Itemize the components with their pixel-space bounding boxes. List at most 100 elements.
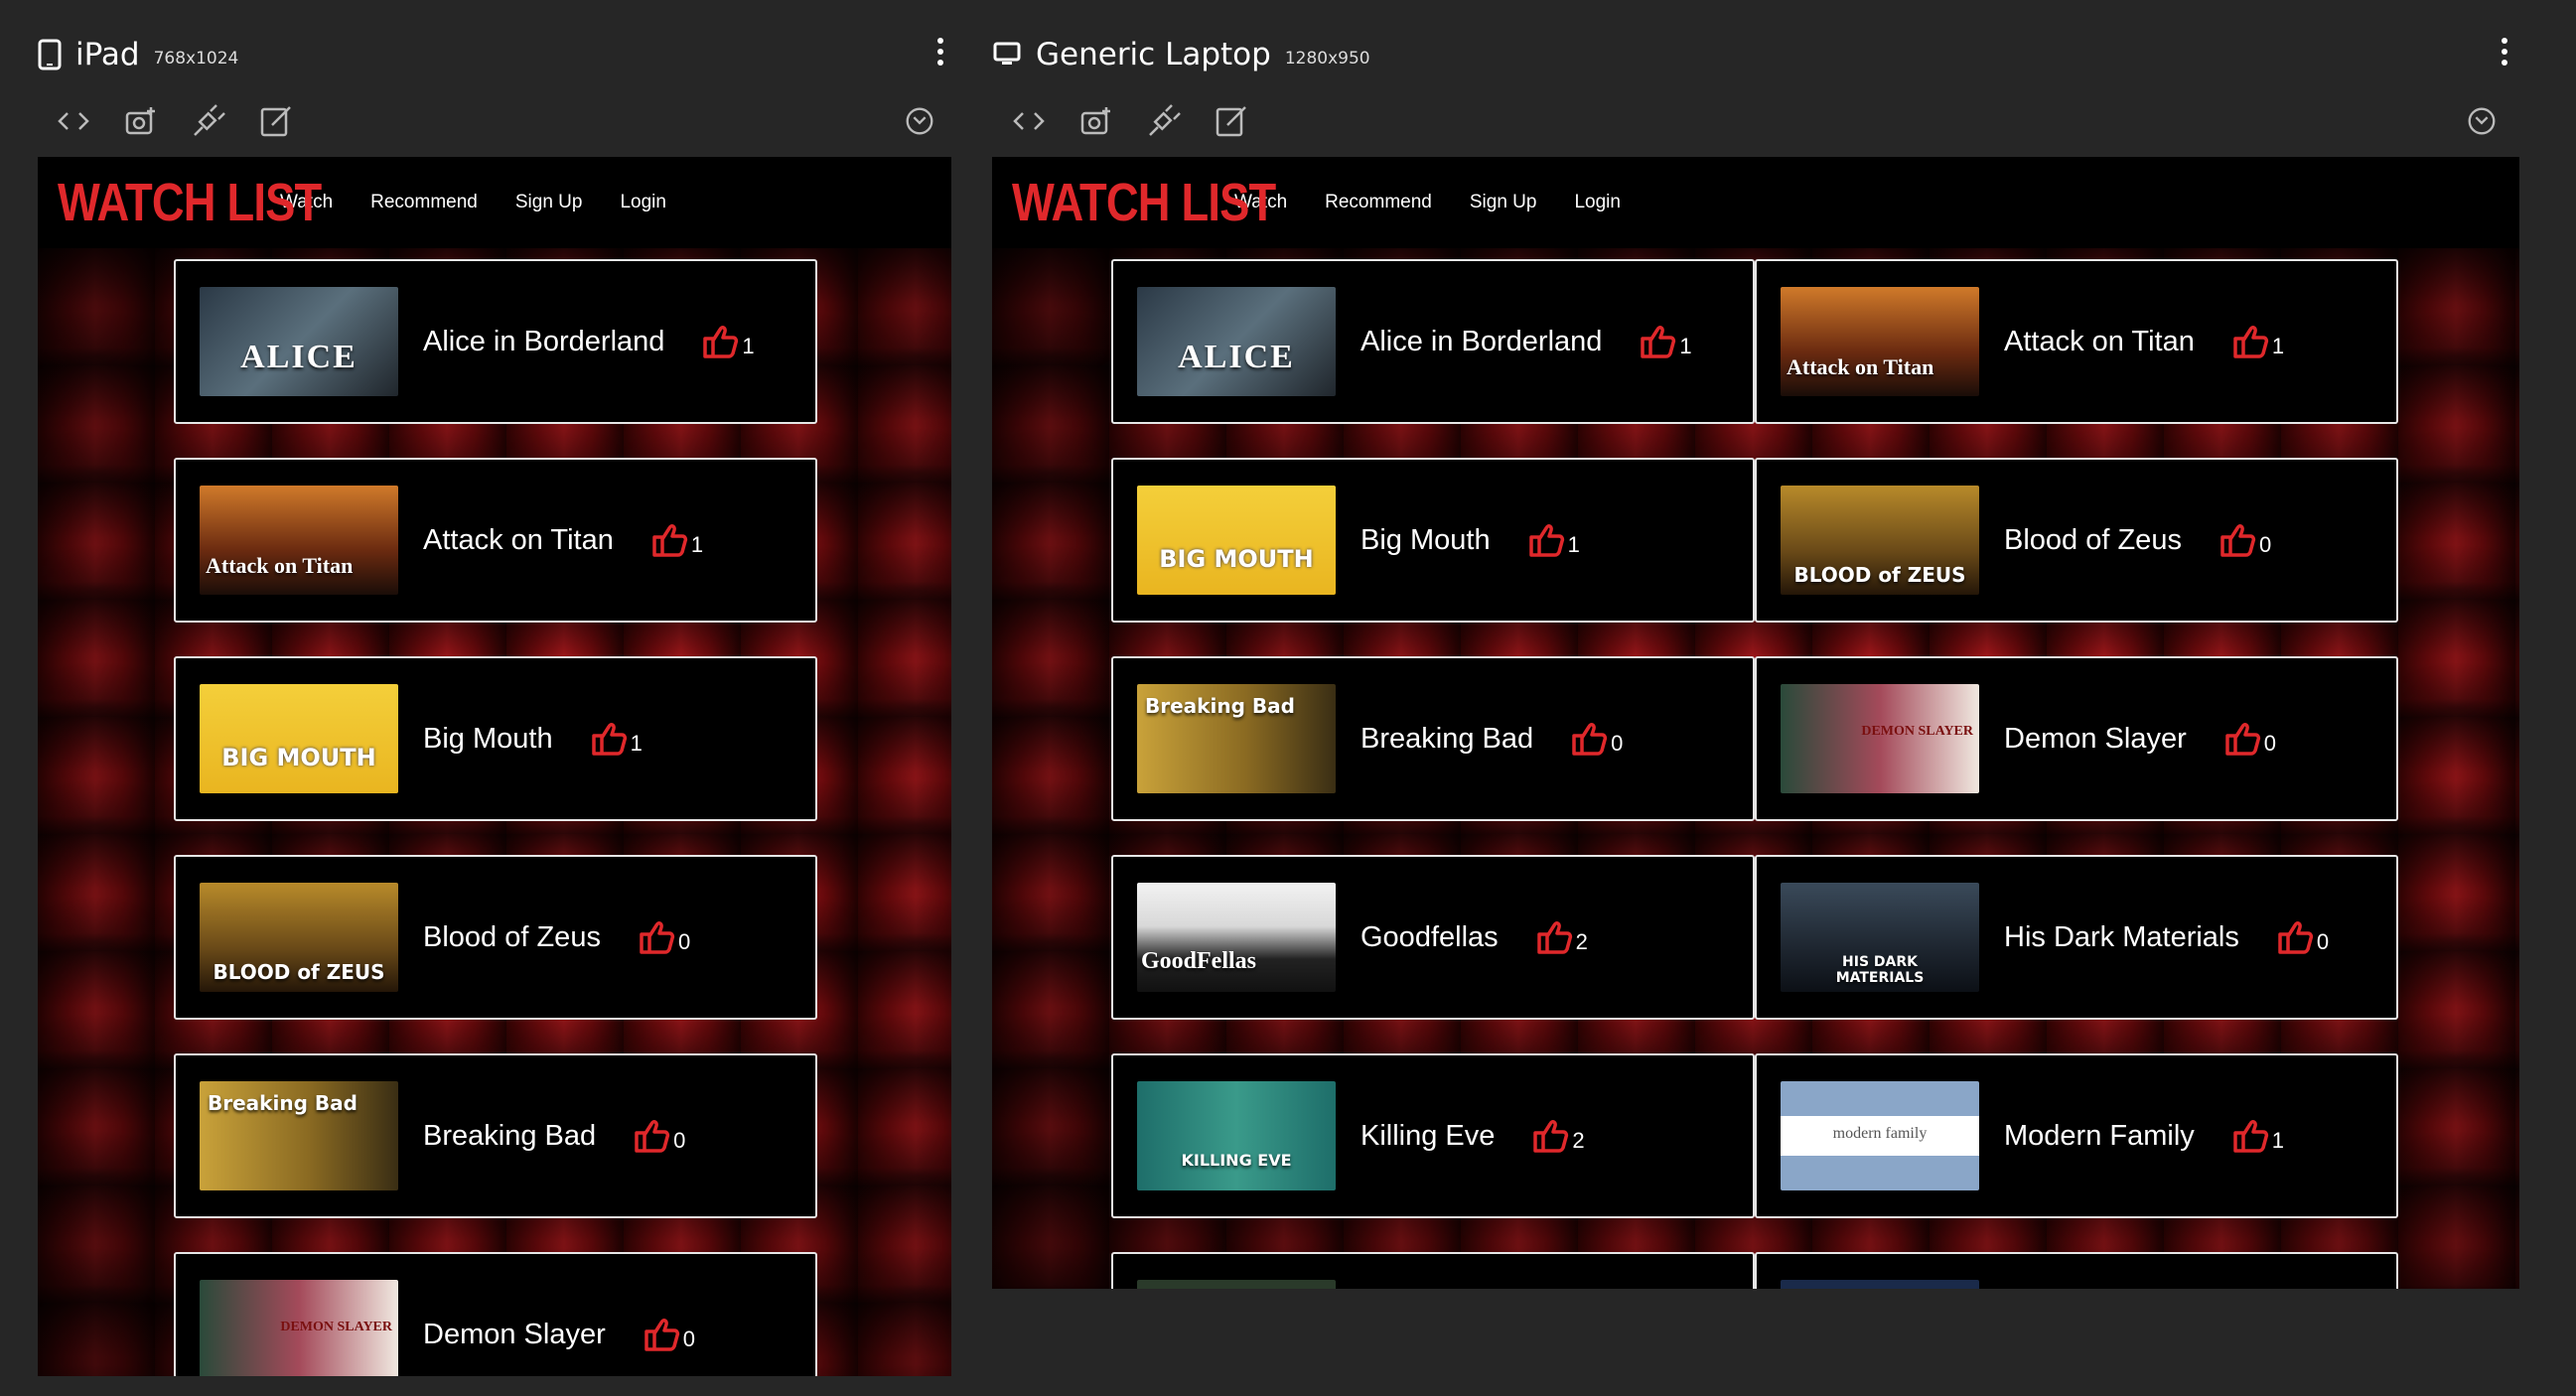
like-button[interactable]: 0 [642,1315,695,1354]
like-button[interactable]: 1 [1526,520,1580,560]
thumbs-up-icon [2233,1120,2268,1153]
like-button[interactable]: 2 [1530,1116,1585,1156]
poster-goodfellas: GoodFellas [1137,883,1336,992]
site-navbar: WATCH LIST Watch Recommend Sign Up Login [992,157,2519,248]
poster-demon-slayer: DEMON SLAYER [200,1280,398,1376]
thumbs-up-icon [1536,921,1572,954]
like-button[interactable]: 0 [1569,719,1623,759]
like-button[interactable]: 0 [2275,917,2329,957]
show-card[interactable]: DEMON SLAYER Demon Slayer 0 [174,1252,817,1376]
nav-link-sign-up[interactable]: Sign Up [1470,192,1537,213]
show-title: Attack on Titan [2004,325,2195,357]
show-card[interactable]: BIG MOUTH Big Mouth 1 [174,656,817,821]
like-button[interactable]: 1 [1638,322,1692,361]
poster-attack-on-titan: Attack on Titan [200,486,398,595]
show-title: Breaking Bad [423,1119,597,1152]
edit-icon[interactable] [256,101,296,141]
nav-link-recommend[interactable]: Recommend [370,192,478,213]
show-card[interactable]: BLOOD of ZEUS Blood of Zeus 0 [174,855,817,1020]
laptop-icon [992,41,1022,69]
like-count: 0 [1611,731,1624,756]
show-card[interactable]: Attack on Titan Attack on Titan 1 [174,458,817,623]
thumbs-up-icon [1533,1120,1569,1153]
show-card[interactable]: Attack on Titan Attack on Titan 1 [1755,259,2398,424]
poster-demon-slayer: DEMON SLAYER [1781,684,1979,793]
show-card[interactable] [1111,1252,1755,1289]
thumbs-up-icon [1572,723,1608,756]
device-size: 768x1024 [153,49,239,69]
poster-alice-in-borderland: ALICE [1137,287,1336,396]
show-card[interactable]: Breaking Bad Breaking Bad 0 [1111,656,1755,821]
site-navbar: WATCH LIST Watch Recommend Sign Up Login [38,157,951,248]
nav-link-recommend[interactable]: Recommend [1325,192,1432,213]
ipad-more-options-icon[interactable] [930,36,950,68]
show-title: His Dark Materials [2004,920,2239,953]
poster-breaking-bad: Breaking Bad [1137,684,1336,793]
show-card[interactable]: GoodFellas Goodfellas 2 [1111,855,1755,1020]
like-button[interactable]: 0 [632,1116,685,1156]
like-count: 0 [682,1326,695,1351]
poster-partial [1137,1280,1336,1289]
edit-icon[interactable] [1212,101,1251,141]
poster-partial [1781,1280,1979,1289]
poster-blood-of-zeus: BLOOD of ZEUS [200,883,398,992]
rotate-icon[interactable] [900,101,939,141]
like-button[interactable]: 1 [649,520,703,560]
thumbs-up-icon [640,921,675,954]
code-icon[interactable] [1009,101,1049,141]
ipad-toolbar [54,97,324,145]
show-title: Demon Slayer [423,1318,606,1350]
laptop-header: Generic Laptop 1280x950 [992,30,1370,79]
like-button[interactable]: 0 [2218,520,2271,560]
tablet-icon [38,39,62,70]
plug-icon[interactable] [189,101,228,141]
poster-blood-of-zeus: BLOOD of ZEUS [1781,486,1979,595]
show-title: Killing Eve [1360,1119,1496,1152]
laptop-more-options-icon[interactable] [2495,36,2514,68]
poster-his-dark-materials: HIS DARK MATERIALS [1781,883,1979,992]
laptop-preview: Generic Laptop 1280x950 WATCH LIST Watch… [992,0,2519,1396]
thumbs-up-icon [703,326,739,358]
like-button[interactable]: 1 [2230,1116,2284,1156]
show-card[interactable]: ALICE Alice in Borderland 1 [174,259,817,424]
plug-icon[interactable] [1144,101,1184,141]
show-title: Modern Family [2004,1119,2195,1152]
like-count: 1 [742,334,755,358]
show-card[interactable]: modern family Modern Family 1 [1755,1053,2398,1218]
thumbs-up-icon [2225,723,2260,756]
show-card[interactable]: KILLING EVE Killing Eve 2 [1111,1053,1755,1218]
poster-big-mouth: BIG MOUTH [1137,486,1336,595]
like-count: 0 [2316,929,2330,954]
show-card[interactable]: DEMON SLAYER Demon Slayer 0 [1755,656,2398,821]
show-card[interactable]: HIS DARK MATERIALS His Dark Materials 0 [1755,855,2398,1020]
nav-link-sign-up[interactable]: Sign Up [515,192,583,213]
show-title: Attack on Titan [423,523,614,556]
like-count: 2 [1572,1128,1585,1153]
show-card[interactable]: Breaking Bad Breaking Bad 0 [174,1053,817,1218]
nav-link-login[interactable]: Login [620,192,666,213]
show-card[interactable] [1755,1252,2398,1289]
code-icon[interactable] [54,101,93,141]
like-count: 1 [1679,334,1692,358]
like-count: 2 [1575,929,1588,954]
camera-icon[interactable] [121,101,161,141]
ipad-preview: iPad 768x1024 WATCH LIST Watch Recommend… [38,0,951,1396]
camera-icon[interactable] [1076,101,1116,141]
like-button[interactable]: 1 [2230,322,2284,361]
show-card[interactable]: BLOOD of ZEUS Blood of Zeus 0 [1755,458,2398,623]
rotate-icon[interactable] [2462,101,2502,141]
show-title: Goodfellas [1360,920,1499,953]
like-button[interactable]: 1 [589,719,643,759]
device-size: 1280x950 [1284,49,1370,69]
like-button[interactable]: 2 [1534,917,1588,957]
site-logo[interactable]: WATCH LIST [58,172,322,233]
like-button[interactable]: 0 [2222,719,2276,759]
site-logo[interactable]: WATCH LIST [1012,172,1276,233]
show-card[interactable]: ALICE Alice in Borderland 1 [1111,259,1755,424]
like-button[interactable]: 0 [637,917,690,957]
show-title: Big Mouth [1360,523,1491,556]
show-card[interactable]: BIG MOUTH Big Mouth 1 [1111,458,1755,623]
like-count: 1 [630,731,643,756]
like-button[interactable]: 1 [700,322,755,361]
nav-link-login[interactable]: Login [1574,192,1621,213]
